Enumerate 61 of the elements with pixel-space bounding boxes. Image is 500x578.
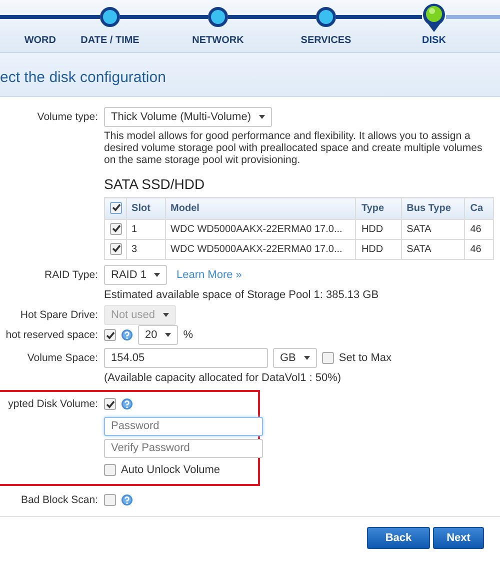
table-cell: SATA <box>401 220 465 240</box>
raid-type-dropdown[interactable]: RAID 1 <box>104 265 168 285</box>
checkbox-label: Set to Max <box>338 352 392 364</box>
field-label: Hot Spare Drive: <box>19 309 99 321</box>
row-checkbox[interactable] <box>110 242 122 255</box>
help-icon[interactable] <box>121 398 133 410</box>
field-label: Volume type: <box>36 111 99 123</box>
checkbox[interactable] <box>104 329 116 341</box>
caret-icon <box>259 115 265 119</box>
table-cell: 1 <box>126 220 166 240</box>
column-header[interactable]: Model <box>165 198 356 220</box>
step-label: DATE / TIME <box>80 35 140 46</box>
description-text: This model allows for good performance and flexibility. It allows you to assign a desired volume storage pool with preallocated space and create multiple volumes on the same storage pool wit provisioning. <box>104 130 484 166</box>
row-checkbox[interactable] <box>110 222 122 235</box>
column-header[interactable]: Type <box>356 198 402 220</box>
unit-label: % <box>183 329 194 341</box>
field-label: RAID Type: <box>44 269 99 281</box>
table-cell: HDD <box>356 220 402 240</box>
step-label: SERVICES <box>300 35 352 46</box>
checkbox[interactable] <box>104 398 116 410</box>
column-header[interactable]: Slot <box>126 198 166 220</box>
caret-icon <box>163 313 170 317</box>
note-text: (Available capacity allocated for DataVol1 : 50%) <box>104 372 342 384</box>
table-cell: 46 <box>464 240 494 260</box>
help-icon[interactable] <box>121 329 133 341</box>
field-label: Bad Block Scan: <box>20 494 99 506</box>
table-cell: SATA <box>401 240 465 260</box>
checkbox[interactable] <box>322 352 334 364</box>
column-header[interactable]: Bus Type <box>401 198 465 220</box>
next-button[interactable]: Next <box>433 527 484 549</box>
step-label: WORD <box>24 35 56 46</box>
field-label: hot reserved space: <box>4 329 99 341</box>
table-cell: 3 <box>126 240 166 260</box>
volume-space-field[interactable]: 154.05 <box>104 348 268 368</box>
table-cell: WDC WD5000AAKX-22ERMA0 17.0... <box>165 220 356 240</box>
verify-password-field[interactable]: Verify Password <box>104 438 263 458</box>
table-cell: 46 <box>464 220 494 240</box>
checkbox-label: Auto Unlock Volume <box>121 464 220 476</box>
caret-icon <box>154 273 160 277</box>
page-title: ect the disk configuration <box>0 68 166 86</box>
table-cell: HDD <box>356 240 402 260</box>
checkbox[interactable] <box>104 464 116 476</box>
caret-icon <box>304 356 310 360</box>
step-label: DISK <box>422 35 446 46</box>
volume-type-dropdown[interactable]: Thick Volume (Multi-Volume) <box>104 107 272 127</box>
learn-more-link[interactable]: Learn More » <box>176 269 242 281</box>
percent-dropdown[interactable]: 20 <box>138 325 178 345</box>
back-button[interactable]: Back <box>367 527 430 549</box>
field-label: Volume Space: <box>26 352 99 364</box>
checkbox[interactable] <box>104 494 116 506</box>
note-text: Estimated available space of Storage Pool 1: 385.13 GB <box>104 288 379 300</box>
unit-dropdown[interactable]: GB <box>273 348 317 368</box>
select-all-checkbox[interactable] <box>110 202 122 214</box>
step-label: NETWORK <box>192 35 244 46</box>
table-cell: WDC WD5000AAKX-22ERMA0 17.0... <box>165 240 356 260</box>
help-icon[interactable] <box>121 494 133 506</box>
password-field[interactable]: Password <box>104 416 263 436</box>
column-header[interactable]: Ca <box>464 198 494 220</box>
caret-icon <box>165 333 172 337</box>
section-heading: SATA SSD/HDD <box>104 176 206 192</box>
field-label: ypted Disk Volume: <box>7 398 99 410</box>
